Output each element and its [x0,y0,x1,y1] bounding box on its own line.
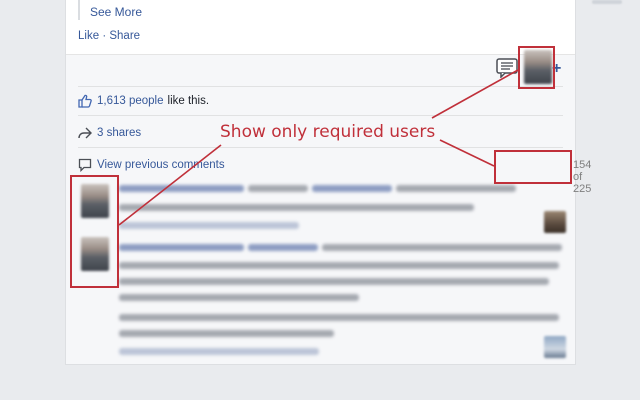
annotation-arrows [118,69,519,226]
annotation-label: Show only required users [220,122,436,142]
